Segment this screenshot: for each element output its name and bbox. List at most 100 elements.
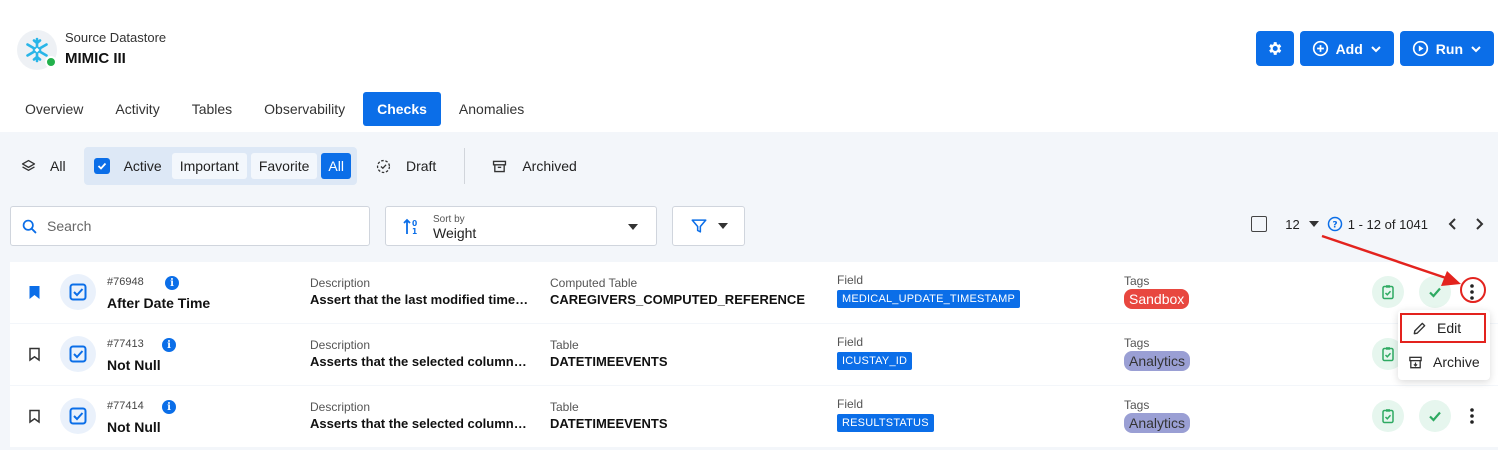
- filter-all-chip[interactable]: All: [321, 153, 351, 179]
- chevron-down-icon: [1371, 45, 1381, 52]
- tags-label: Tags: [1124, 336, 1150, 350]
- filter-important[interactable]: Important: [171, 153, 247, 179]
- tab-anomalies[interactable]: Anomalies: [445, 92, 538, 126]
- select-all-checkbox[interactable]: [1251, 216, 1268, 232]
- help-icon: ?: [1327, 216, 1343, 232]
- page-header: Source Datastore MIMIC III Add Run Overv…: [0, 0, 1498, 130]
- active-checkbox[interactable]: [93, 158, 110, 174]
- table-row[interactable]: #76948 i After Date Time Description Ass…: [10, 262, 1498, 323]
- filter-archived[interactable]: Archived: [491, 158, 577, 175]
- validate-button[interactable]: [1372, 400, 1404, 432]
- info-icon[interactable]: i: [165, 276, 179, 290]
- plus-circle-icon: [1312, 40, 1328, 57]
- gear-icon: [1269, 42, 1282, 55]
- filter-favorite[interactable]: Favorite: [250, 153, 318, 179]
- tag-badge: Analytics: [1124, 351, 1191, 371]
- archive-icon: [1409, 356, 1422, 368]
- per-page-value[interactable]: 12: [1285, 217, 1299, 232]
- bookmark-filled-icon[interactable]: [28, 285, 41, 300]
- check-name: After Date Time: [107, 295, 211, 311]
- status-filters: All Active Important Favorite All Draft …: [10, 147, 577, 185]
- filter-button[interactable]: [672, 206, 745, 246]
- caret-down-icon: [717, 223, 728, 229]
- check-id: #77413: [107, 338, 144, 350]
- filter-draft[interactable]: Draft: [375, 158, 436, 175]
- filter-archived-label: Archived: [522, 158, 577, 174]
- description-value: Assert that the last modified time…: [310, 292, 529, 307]
- archive-icon: [493, 160, 507, 172]
- tab-checks[interactable]: Checks: [363, 92, 441, 126]
- tab-observability[interactable]: Observability: [250, 92, 359, 126]
- row-menu-button[interactable]: [1462, 404, 1482, 428]
- tab-overview[interactable]: Overview: [11, 92, 97, 126]
- next-page-icon[interactable]: [1472, 217, 1486, 231]
- table-label: Table: [550, 338, 579, 352]
- field-badge: ICUSTAY_ID: [837, 352, 913, 370]
- field-label: Field: [837, 273, 864, 287]
- activate-button[interactable]: [1419, 400, 1451, 432]
- validate-button[interactable]: [1372, 276, 1404, 308]
- run-button-label: Run: [1435, 40, 1463, 57]
- play-circle-icon: [1412, 40, 1428, 57]
- activate-button[interactable]: [1419, 276, 1451, 308]
- svg-text:1: 1: [412, 227, 417, 236]
- table-row[interactable]: #77414 i Not Null Description Asserts th…: [10, 386, 1498, 447]
- field-label: Field: [837, 397, 864, 411]
- description-label: Description: [310, 338, 371, 352]
- field-label: Field: [837, 335, 864, 349]
- settings-button[interactable]: [1255, 31, 1294, 66]
- bookmark-outline-icon[interactable]: [28, 347, 41, 362]
- datastore-title: MIMIC III: [65, 50, 126, 67]
- check-type-icon: [60, 274, 96, 310]
- filter-divider: [464, 148, 466, 184]
- info-icon[interactable]: i: [162, 400, 176, 414]
- run-button[interactable]: Run: [1399, 31, 1494, 66]
- tag-badge: Analytics: [1124, 413, 1191, 433]
- info-icon[interactable]: i: [162, 338, 176, 352]
- description-value: Asserts that the selected column…: [310, 354, 527, 369]
- description-value: Asserts that the selected column…: [310, 416, 527, 431]
- check-icon: [97, 162, 106, 170]
- table-row[interactable]: #77413 i Not Null Description Asserts th…: [10, 324, 1498, 385]
- description-label: Description: [310, 276, 371, 290]
- bookmark-outline-icon[interactable]: [28, 409, 41, 424]
- check-type-icon: [60, 336, 96, 372]
- kebab-icon: [1470, 408, 1474, 424]
- tags-label: Tags: [1124, 398, 1150, 412]
- checkbox-icon: [69, 283, 87, 301]
- sort-icon: 0 1: [403, 218, 417, 236]
- pagination: 12 ? 1 - 12 of 1041: [1251, 216, 1492, 232]
- clipboard-check-icon: [1382, 285, 1394, 300]
- sort-dropdown[interactable]: 0 1 Sort by Weight: [385, 206, 657, 246]
- table-label: Computed Table: [550, 276, 638, 290]
- table-label: Table: [550, 400, 579, 414]
- filter-active-label: Active: [123, 158, 162, 174]
- filter-draft-label: Draft: [405, 158, 437, 174]
- sort-value: Weight: [433, 225, 477, 241]
- add-button[interactable]: Add: [1299, 31, 1394, 66]
- menu-item-archive[interactable]: Archive: [1398, 347, 1490, 377]
- kebab-highlight-circle: [1460, 277, 1486, 303]
- menu-item-edit-label: Edit: [1437, 320, 1462, 336]
- search-icon: [22, 219, 37, 233]
- menu-item-edit[interactable]: Edit: [1400, 313, 1486, 343]
- row-actions-menu: Edit Archive: [1398, 310, 1490, 380]
- clipboard-check-icon: [1382, 409, 1394, 424]
- tag-badge: Sandbox: [1124, 289, 1190, 309]
- clipboard-check-icon: [1382, 347, 1394, 362]
- table-value: DATETIMEEVENTS: [550, 354, 668, 369]
- tab-tables[interactable]: Tables: [178, 92, 246, 126]
- search-box: [10, 206, 370, 246]
- check-type-icon: [60, 398, 96, 434]
- prev-page-icon[interactable]: [1446, 217, 1460, 231]
- caret-down-icon[interactable]: [1308, 220, 1319, 228]
- tab-activity[interactable]: Activity: [101, 92, 173, 126]
- check-id: #76948: [107, 276, 144, 288]
- filter-all[interactable]: All: [10, 147, 76, 185]
- search-input[interactable]: [47, 218, 347, 234]
- check-name: Not Null: [107, 419, 161, 435]
- check-id: #77414: [107, 400, 144, 412]
- table-value: CAREGIVERS_COMPUTED_REFERENCE: [550, 292, 805, 307]
- svg-text:?: ?: [1332, 221, 1337, 231]
- field-badge: MEDICAL_UPDATE_TIMESTAMP: [837, 290, 1021, 308]
